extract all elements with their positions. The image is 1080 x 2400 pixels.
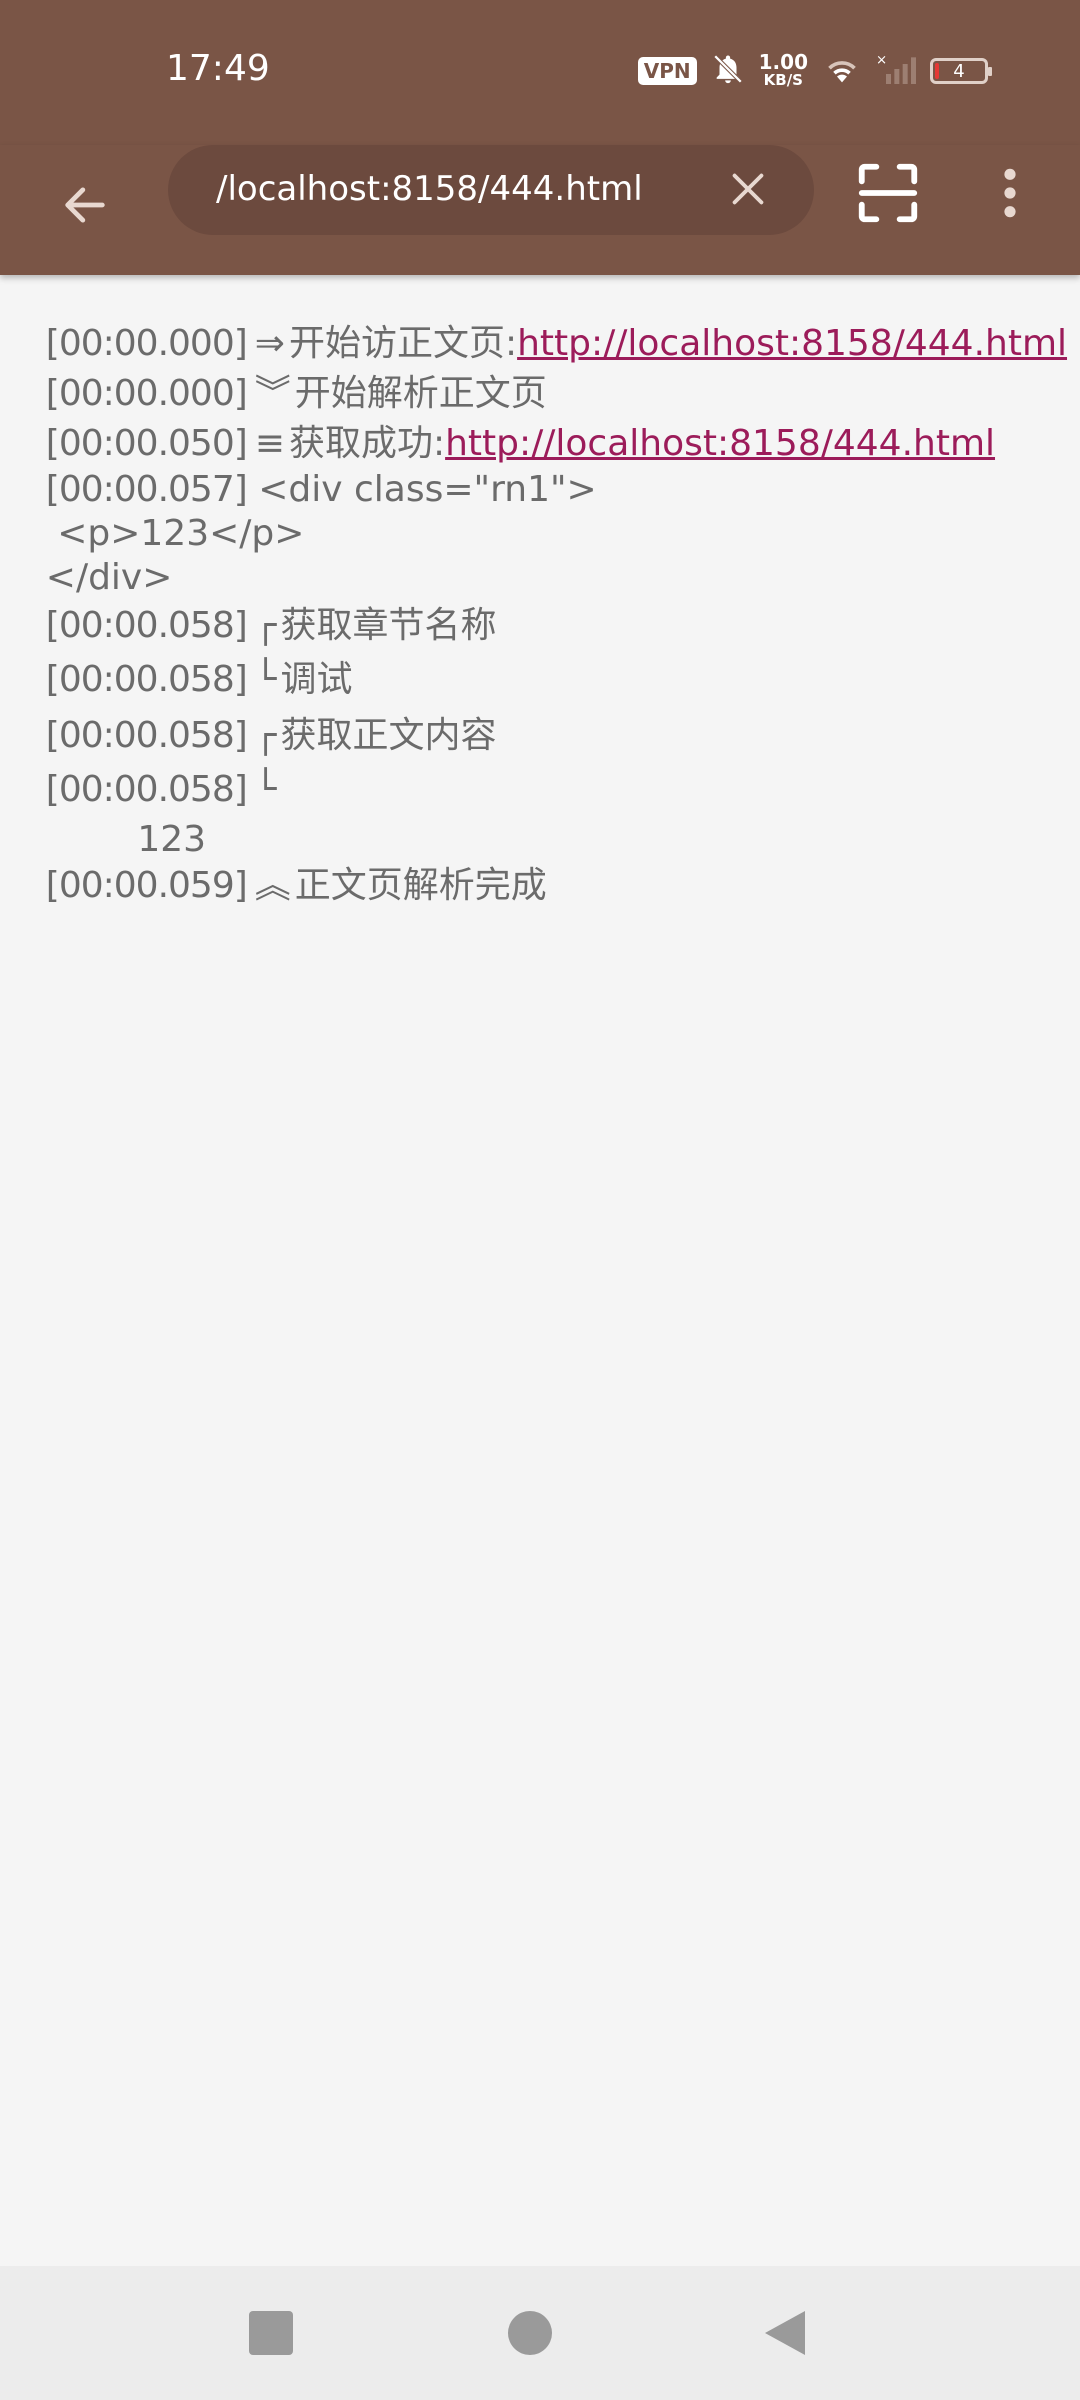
vpn-badge: VPN xyxy=(637,57,697,85)
square-icon xyxy=(249,2311,293,2355)
home-button[interactable] xyxy=(485,2288,575,2378)
battery-icon: 4 xyxy=(930,58,992,84)
browser-toolbar: /localhost:8158/444.html xyxy=(0,145,1080,275)
more-options-button[interactable] xyxy=(990,155,1030,231)
signal-icon: × xyxy=(876,52,916,90)
status-time: 17:49 xyxy=(166,48,270,89)
system-nav-bar xyxy=(0,2266,1080,2400)
battery-level: 4 xyxy=(953,60,965,82)
recents-button[interactable] xyxy=(226,2288,316,2378)
log-timestamp: [00:00.059] xyxy=(45,865,248,906)
log-link[interactable]: http://localhost:8158/444.html xyxy=(517,323,1067,364)
url-text[interactable]: /localhost:8158/444.html xyxy=(216,169,643,209)
svg-text:×: × xyxy=(876,53,887,68)
more-vertical-icon xyxy=(1004,168,1016,218)
back-nav-button[interactable] xyxy=(740,2288,830,2378)
bell-off-icon xyxy=(711,52,745,90)
net-speed: 1.00 KB/S xyxy=(758,50,808,89)
log-line: [00:00.059] ︽ 正文页解析完成 xyxy=(0,820,547,952)
net-speed-unit: KB/S xyxy=(763,71,803,89)
arrow-left-icon xyxy=(65,187,105,223)
back-button[interactable] xyxy=(50,170,120,240)
close-icon xyxy=(732,173,764,205)
net-speed-value: 1.00 xyxy=(758,50,808,74)
log-text: 正文页解析完成 xyxy=(294,865,547,906)
status-icons: VPN 1.00 KB/S × 4 xyxy=(637,50,992,90)
triangle-left-icon xyxy=(765,2311,805,2355)
scan-icon xyxy=(858,163,918,223)
scan-button[interactable] xyxy=(850,155,926,231)
clear-url-button[interactable] xyxy=(718,159,778,219)
url-field[interactable]: /localhost:8158/444.html xyxy=(168,145,814,235)
tree-end-icon: └ xyxy=(254,769,277,810)
wifi-icon xyxy=(822,52,862,90)
status-bar: 17:49 VPN 1.00 KB/S × 4 xyxy=(0,0,1080,145)
circle-icon xyxy=(508,2311,552,2355)
double-chevron-up-icon: ︽ xyxy=(254,865,291,906)
log-text: 获取正文内容 xyxy=(280,715,497,756)
